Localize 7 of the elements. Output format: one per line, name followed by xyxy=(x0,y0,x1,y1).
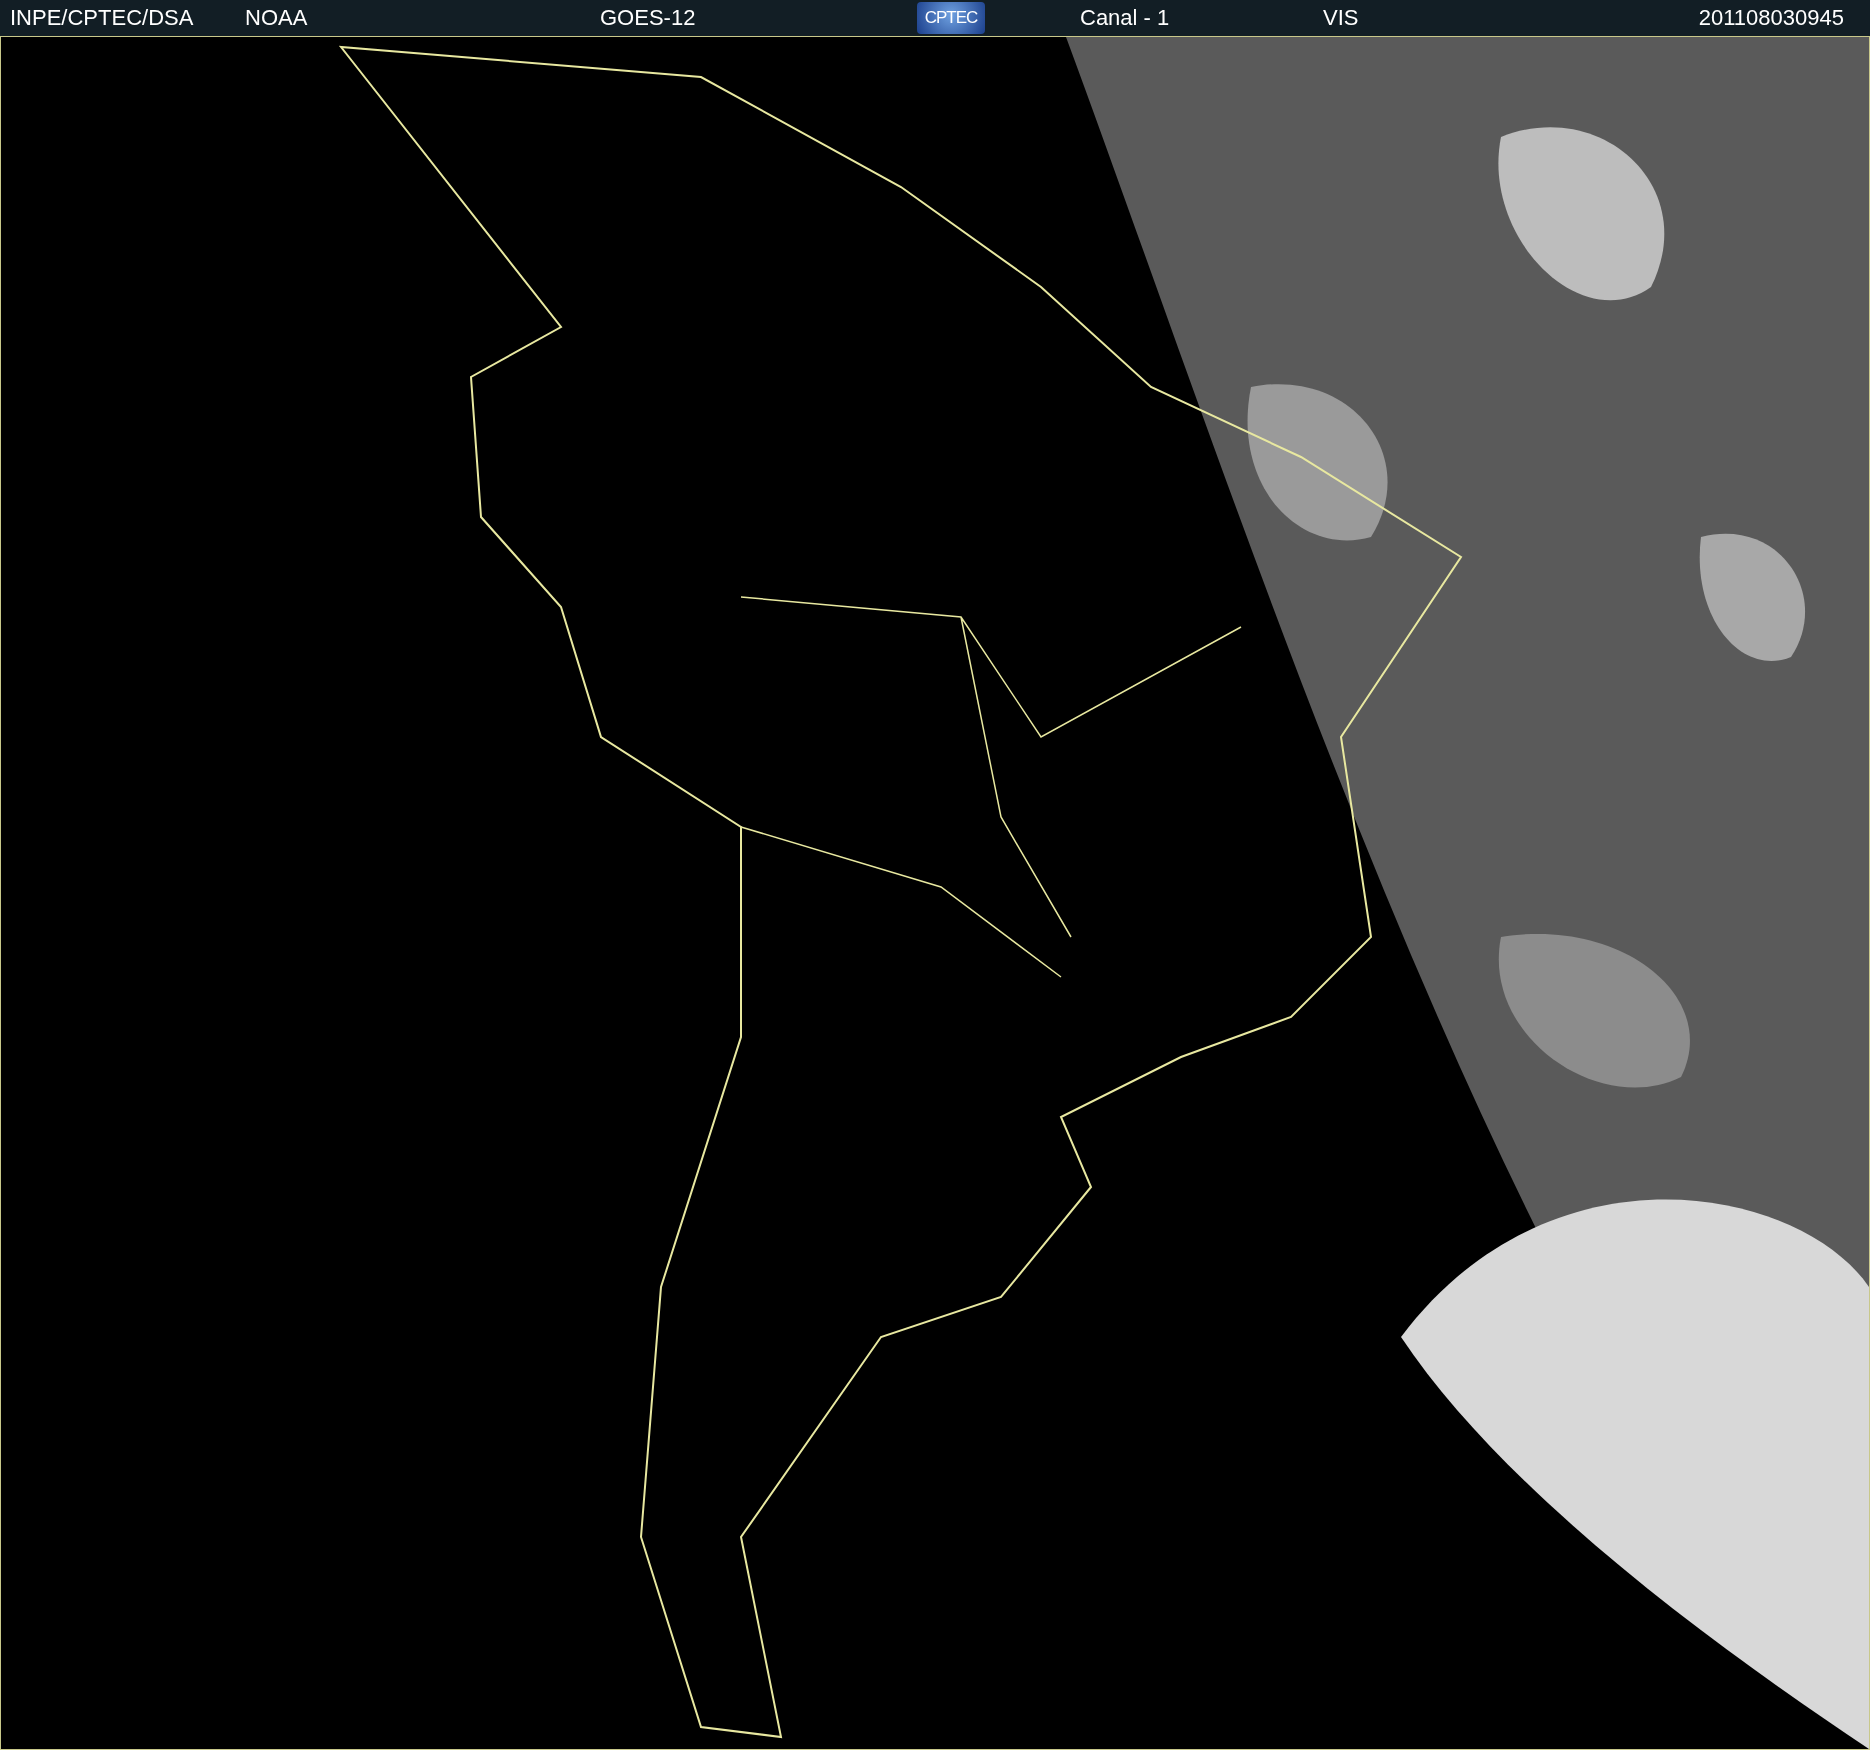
header-text: GOES-12 xyxy=(600,5,697,31)
header-text: VIS xyxy=(1323,5,1360,31)
header-text: INPE/CPTEC/DSA xyxy=(10,5,195,31)
header-text: Canal - 1 xyxy=(1080,5,1171,31)
logo: CPTEC xyxy=(917,2,985,34)
header-text: NOAA xyxy=(245,5,309,31)
header-text: 201108030945 xyxy=(1698,5,1845,31)
